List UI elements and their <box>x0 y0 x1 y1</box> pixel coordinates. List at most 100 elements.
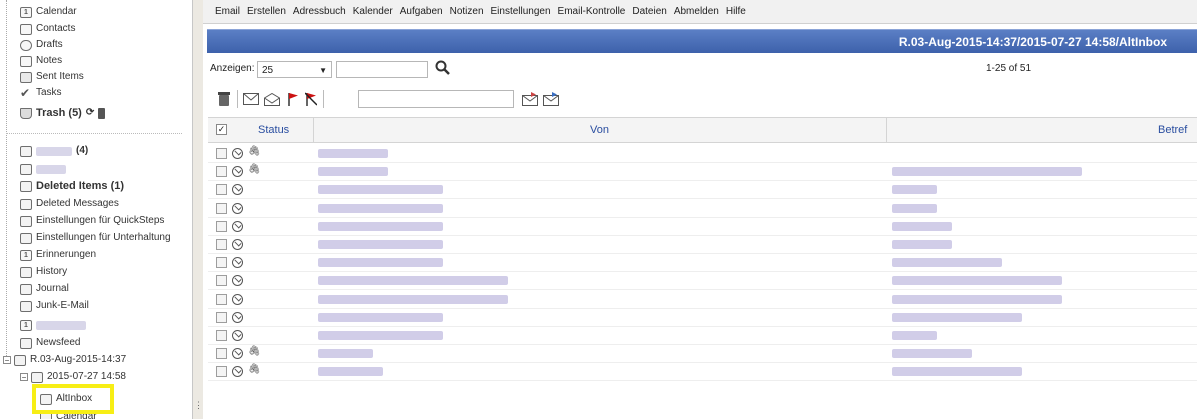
menu-abmelden[interactable]: Abmelden <box>674 6 719 17</box>
move-target-input[interactable] <box>358 90 514 108</box>
column-status[interactable]: Status <box>258 118 289 142</box>
menu-adressbuch[interactable]: Adressbuch <box>293 6 346 17</box>
sidebar-item-notes[interactable]: Notes <box>20 54 62 68</box>
table-row[interactable] <box>208 236 1197 254</box>
table-row[interactable]: 🖇 <box>208 163 1197 182</box>
row-checkbox[interactable] <box>216 166 227 178</box>
table-row[interactable] <box>208 291 1197 309</box>
read-status-icon <box>232 202 243 214</box>
row-checkbox[interactable] <box>216 257 227 269</box>
read-status-icon <box>232 257 243 269</box>
flag-icon[interactable] <box>286 91 300 107</box>
menu-erstellen[interactable]: Erstellen <box>247 6 286 17</box>
column-from[interactable]: Von <box>590 118 609 142</box>
table-row[interactable]: 🖇 <box>208 363 1197 382</box>
table-row[interactable]: 🖇 <box>208 345 1197 364</box>
unflag-icon[interactable] <box>304 91 318 107</box>
menu-kalender[interactable]: Kalender <box>353 6 393 17</box>
row-checkbox[interactable] <box>216 220 227 232</box>
folder-icon <box>20 266 32 278</box>
menu-dateien[interactable]: Dateien <box>632 6 666 17</box>
folder-open-icon <box>31 371 43 383</box>
sidebar-item-subfolder[interactable]: − 2015-07-27 14:58 <box>20 370 126 384</box>
row-checkbox[interactable] <box>216 239 227 250</box>
sidebar-item-redacted[interactable] <box>20 162 66 176</box>
sidebar-item-label: History <box>36 266 68 277</box>
menu-aufgaben[interactable]: Aufgaben <box>400 6 443 17</box>
calendar-icon: 1 <box>20 319 32 331</box>
row-checkbox[interactable] <box>216 202 227 214</box>
sidebar-item-junk[interactable]: Junk-E-Mail <box>20 299 89 313</box>
row-checkbox[interactable] <box>216 184 227 196</box>
row-checkbox[interactable] <box>216 293 227 305</box>
move-to-folder-icon[interactable] <box>521 90 539 108</box>
sidebar-item-sent-items[interactable]: Sent Items <box>20 70 84 84</box>
sidebar-item-erinnerungen[interactable]: 1 Erinnerungen <box>20 248 96 262</box>
sidebar-item-archive[interactable]: − R.03-Aug-2015-14:37 <box>3 353 126 367</box>
menu-hilfe[interactable]: Hilfe <box>726 6 746 17</box>
sidebar-item-label: Tasks <box>36 87 62 98</box>
sidebar-item-drafts[interactable]: Drafts <box>20 38 63 52</box>
column-subject[interactable]: Betref <box>1158 118 1187 142</box>
folder-icon <box>20 283 32 295</box>
menu-email[interactable]: Email <box>215 6 240 17</box>
sidebar-item-unterhaltung[interactable]: Einstellungen für Unterhaltung <box>20 231 171 245</box>
table-row[interactable] <box>208 327 1197 345</box>
row-checkbox[interactable] <box>216 275 227 287</box>
table-row[interactable] <box>208 309 1197 327</box>
redacted-subject <box>892 167 1082 177</box>
menu-email-kontrolle[interactable]: Email-Kontrolle <box>558 6 626 17</box>
menu-notizen[interactable]: Notizen <box>450 6 484 17</box>
sidebar-item-newsfeed[interactable]: Newsfeed <box>20 336 80 350</box>
mark-read-icon[interactable] <box>263 91 281 107</box>
sidebar-item-journal[interactable]: Journal <box>20 282 69 296</box>
copy-to-folder-icon[interactable] <box>542 90 560 108</box>
table-row[interactable] <box>208 272 1197 291</box>
sidebar-item-label: Journal <box>36 283 69 294</box>
sidebar-item-label: Notes <box>36 55 63 66</box>
redacted-sender <box>318 294 508 304</box>
empty-trash-icon[interactable] <box>98 107 106 119</box>
table-row[interactable] <box>208 218 1197 236</box>
row-checkbox[interactable] <box>216 311 227 323</box>
sidebar-item-trash[interactable]: Trash (5) ⟳ <box>20 106 106 120</box>
mark-unread-icon[interactable] <box>242 91 260 107</box>
trash-icon[interactable] <box>216 90 232 108</box>
message-table: ✓ Status Von Betref 🖇 🖇 🖇 🖇 <box>208 117 1197 419</box>
sidebar-item-account[interactable]: (4) <box>20 144 88 158</box>
folder-path-title: R.03-Aug-2015-14:37/2015-07-27 14:58/Alt… <box>898 35 1167 49</box>
sidebar-item-redacted-calendar[interactable]: 1 <box>20 318 86 332</box>
collapse-toggle[interactable]: − <box>3 356 11 365</box>
read-status-icon <box>232 366 243 378</box>
sidebar-item-quicksteps[interactable]: Einstellungen für QuickSteps <box>20 214 164 228</box>
folder-icon <box>20 145 32 157</box>
table-row[interactable]: 🖇 <box>208 145 1197 163</box>
sidebar-item-deleted-items[interactable]: Deleted Items (1) <box>20 179 124 193</box>
table-row[interactable] <box>208 254 1197 273</box>
table-row[interactable] <box>208 181 1197 200</box>
redacted-subject <box>892 258 1002 268</box>
row-checkbox[interactable] <box>216 348 227 360</box>
page-size-select[interactable]: 25 ▼ <box>257 61 332 78</box>
search-input[interactable] <box>336 61 428 78</box>
sidebar-item-tasks[interactable]: ✔ Tasks <box>20 86 62 100</box>
main-panel: Email Erstellen Adressbuch Kalender Aufg… <box>203 0 1197 419</box>
collapse-toggle[interactable]: − <box>20 373 28 382</box>
search-icon[interactable] <box>434 59 452 77</box>
redacted-subject <box>892 331 937 340</box>
row-checkbox[interactable] <box>216 148 227 159</box>
scroll-grip-icon[interactable]: ⋮ <box>194 398 203 412</box>
table-row[interactable] <box>208 200 1197 218</box>
menu-einstellungen[interactable]: Einstellungen <box>491 6 551 17</box>
calendar-icon: 1 <box>20 6 32 18</box>
select-all-checkbox[interactable]: ✓ <box>216 124 227 135</box>
row-checkbox[interactable] <box>216 330 227 341</box>
column-separator[interactable] <box>313 118 314 142</box>
refresh-icon[interactable]: ⟳ <box>86 106 94 120</box>
sidebar-item-history[interactable]: History <box>20 265 67 279</box>
column-separator[interactable] <box>886 118 887 142</box>
sidebar-item-contacts[interactable]: Contacts <box>20 22 75 36</box>
sidebar-item-deleted-messages[interactable]: Deleted Messages <box>20 197 119 211</box>
row-checkbox[interactable] <box>216 366 227 378</box>
sidebar-item-calendar[interactable]: 1 Calendar <box>20 5 77 19</box>
